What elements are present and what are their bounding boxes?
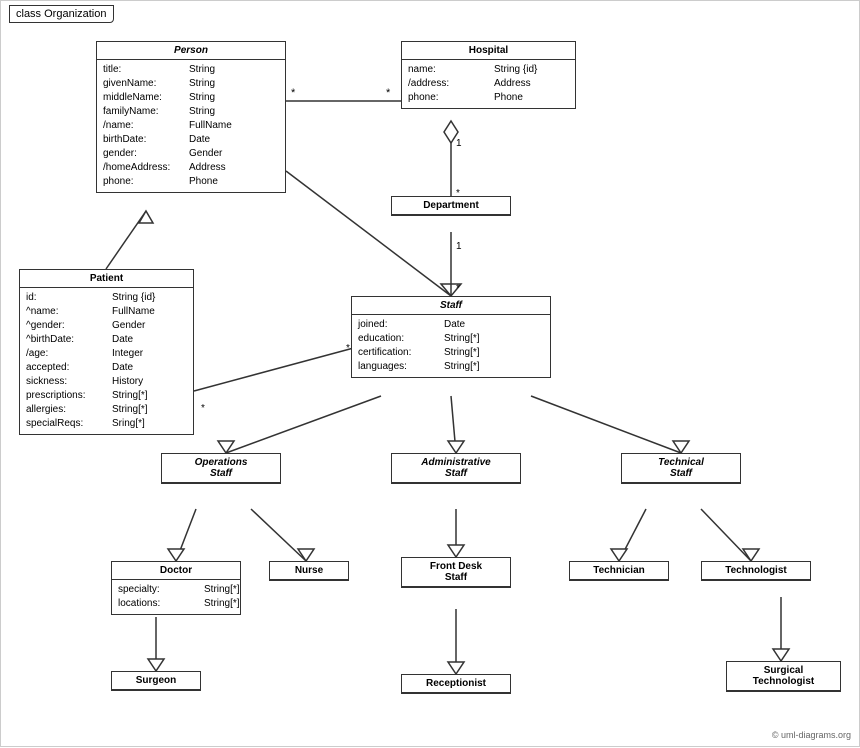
doctor-class-name: Doctor <box>112 562 240 580</box>
diagram-title: class Organization <box>9 5 114 23</box>
technician-class-name: Technician <box>570 562 668 580</box>
hospital-class-attrs: name:String {id} /address:Address phone:… <box>402 60 575 108</box>
nurse-class: Nurse <box>269 561 349 581</box>
patient-class-attrs: id:String {id} ^name:FullName ^gender:Ge… <box>20 288 193 434</box>
copyright: © uml-diagrams.org <box>772 730 851 740</box>
svg-text:*: * <box>346 343 350 354</box>
receptionist-class: Receptionist <box>401 674 511 694</box>
admin-staff-class: AdministrativeStaff <box>391 453 521 484</box>
staff-class-name: Staff <box>352 297 550 315</box>
svg-text:*: * <box>291 87 296 99</box>
staff-class-attrs: joined:Date education:String[*] certific… <box>352 315 550 377</box>
department-class-name: Department <box>392 197 510 215</box>
patient-class-name: Patient <box>20 270 193 288</box>
staff-class: Staff joined:Date education:String[*] ce… <box>351 296 551 378</box>
technologist-class-name: Technologist <box>702 562 810 580</box>
doctor-class-attrs: specialty:String[*] locations:String[*] <box>112 580 240 614</box>
hospital-class: Hospital name:String {id} /address:Addre… <box>401 41 576 109</box>
surgical-tech-class-name: SurgicalTechnologist <box>727 662 840 691</box>
technical-staff-class: TechnicalStaff <box>621 453 741 484</box>
operations-staff-class: OperationsStaff <box>161 453 281 484</box>
front-desk-class-name: Front DeskStaff <box>402 558 510 587</box>
front-desk-class: Front DeskStaff <box>401 557 511 588</box>
person-class: Person title:String givenName:String mid… <box>96 41 286 193</box>
nurse-class-name: Nurse <box>270 562 348 580</box>
operations-staff-class-name: OperationsStaff <box>162 454 280 483</box>
hospital-class-name: Hospital <box>402 42 575 60</box>
department-class: Department <box>391 196 511 216</box>
technical-staff-class-name: TechnicalStaff <box>622 454 740 483</box>
svg-text:1: 1 <box>456 138 462 149</box>
surgeon-class: Surgeon <box>111 671 201 691</box>
svg-text:*: * <box>456 283 460 294</box>
receptionist-class-name: Receptionist <box>402 675 510 693</box>
surgical-tech-class: SurgicalTechnologist <box>726 661 841 692</box>
technician-class: Technician <box>569 561 669 581</box>
surgeon-class-name: Surgeon <box>112 672 200 690</box>
svg-text:*: * <box>201 403 205 414</box>
diagram-container: class Organization * * 1 * 1 * * <box>0 0 860 747</box>
svg-text:1: 1 <box>456 241 462 252</box>
technologist-class: Technologist <box>701 561 811 581</box>
person-class-name: Person <box>97 42 285 60</box>
admin-staff-class-name: AdministrativeStaff <box>392 454 520 483</box>
svg-text:*: * <box>386 87 391 99</box>
patient-class: Patient id:String {id} ^name:FullName ^g… <box>19 269 194 435</box>
doctor-class: Doctor specialty:String[*] locations:Str… <box>111 561 241 615</box>
person-class-attrs: title:String givenName:String middleName… <box>97 60 285 192</box>
